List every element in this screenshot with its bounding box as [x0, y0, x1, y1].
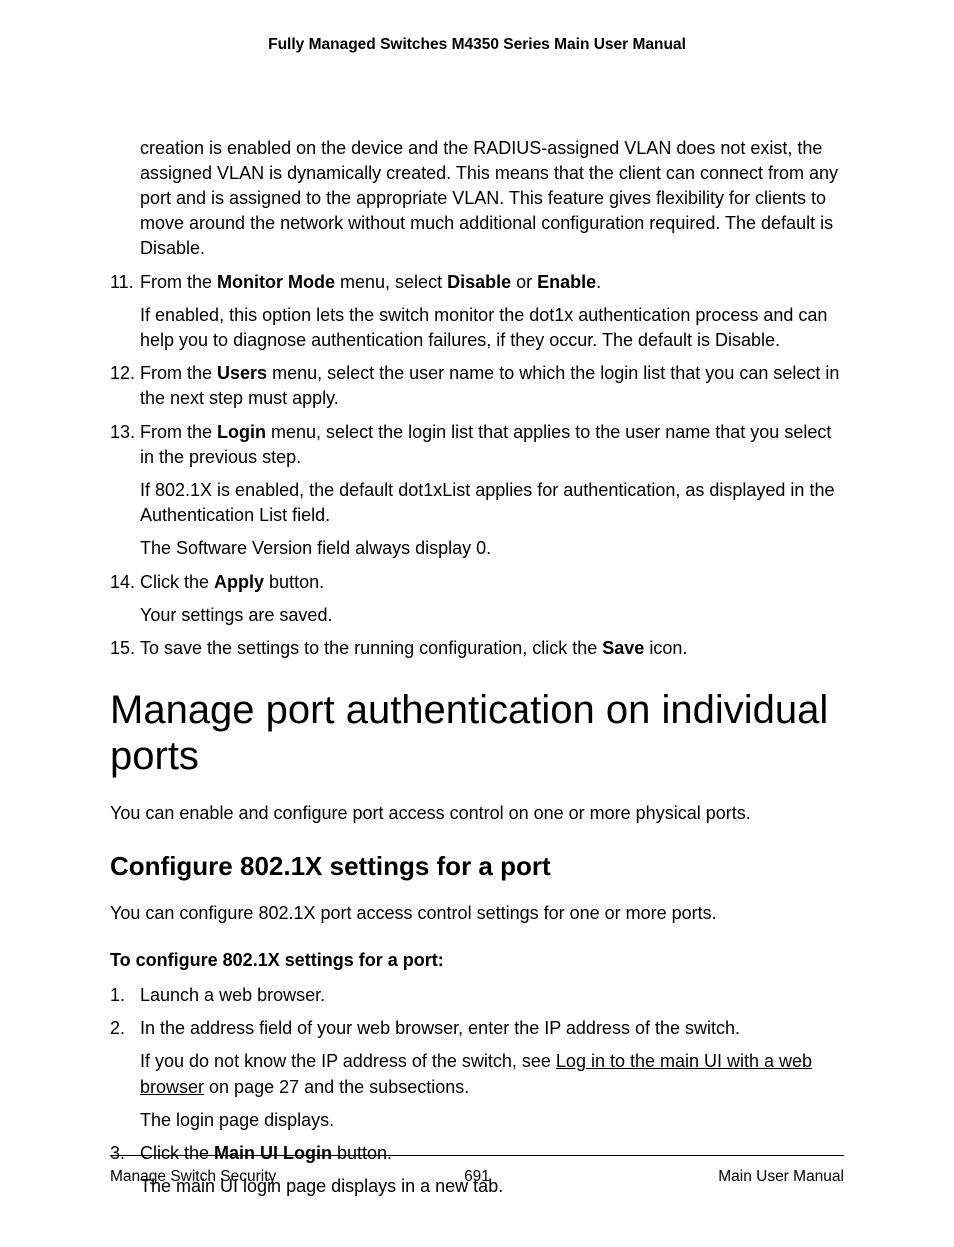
step-subtext: Your settings are saved. [140, 603, 844, 628]
continued-paragraph: creation is enabled on the device and th… [140, 136, 844, 262]
step-text: Click the Apply button. [140, 570, 844, 595]
page-header: Fully Managed Switches M4350 Series Main… [110, 34, 844, 56]
section-intro: You can enable and configure port access… [110, 801, 844, 826]
proc-step-1: 1. Launch a web browser. [110, 983, 844, 1008]
step-subtext: If 802.1X is enabled, the default dot1xL… [140, 478, 844, 528]
procedure-title: To configure 802.1X settings for a port: [110, 948, 844, 973]
step-number: 12. [110, 361, 135, 386]
step-subtext: If you do not know the IP address of the… [140, 1049, 844, 1099]
header-title: Fully Managed Switches M4350 Series Main… [268, 36, 686, 53]
step-subtext: The Software Version field always displa… [140, 536, 844, 561]
step-subtext: If enabled, this option lets the switch … [140, 303, 844, 353]
step-number: 13. [110, 420, 135, 445]
step-13: 13. From the Login menu, select the logi… [110, 420, 844, 562]
step-text: Launch a web browser. [140, 983, 844, 1008]
step-number: 14. [110, 570, 135, 595]
step-subtext: The login page displays. [140, 1108, 844, 1133]
step-number: 2. [110, 1016, 125, 1041]
step-text: From the Users menu, select the user nam… [140, 361, 844, 411]
step-number: 1. [110, 983, 125, 1008]
footer-left: Manage Switch Security [110, 1166, 276, 1188]
section-heading: Manage port authentication on individual… [110, 687, 844, 779]
proc-step-2: 2. In the address field of your web brow… [110, 1016, 844, 1133]
step-12: 12. From the Users menu, select the user… [110, 361, 844, 411]
step-number: 15. [110, 636, 135, 661]
step-text: From the Login menu, select the login li… [140, 420, 844, 470]
step-number: 11. [110, 270, 134, 295]
step-11: 11. From the Monitor Mode menu, select D… [110, 270, 844, 354]
page-footer: Manage Switch Security 691 Main User Man… [110, 1155, 844, 1188]
step-14: 14. Click the Apply button. Your setting… [110, 570, 844, 628]
step-text: In the address field of your web browser… [140, 1016, 844, 1041]
steps-list: 11. From the Monitor Mode menu, select D… [110, 270, 844, 661]
subsection-heading: Configure 802.1X settings for a port [110, 848, 844, 884]
step-15: 15. To save the settings to the running … [110, 636, 844, 661]
subsection-intro: You can configure 802.1X port access con… [110, 901, 844, 926]
step-text: From the Monitor Mode menu, select Disab… [140, 270, 844, 295]
manual-page: Fully Managed Switches M4350 Series Main… [0, 0, 954, 1247]
footer-page-number: 691 [464, 1166, 490, 1188]
footer-right: Main User Manual [718, 1166, 844, 1188]
step-text: To save the settings to the running conf… [140, 636, 844, 661]
